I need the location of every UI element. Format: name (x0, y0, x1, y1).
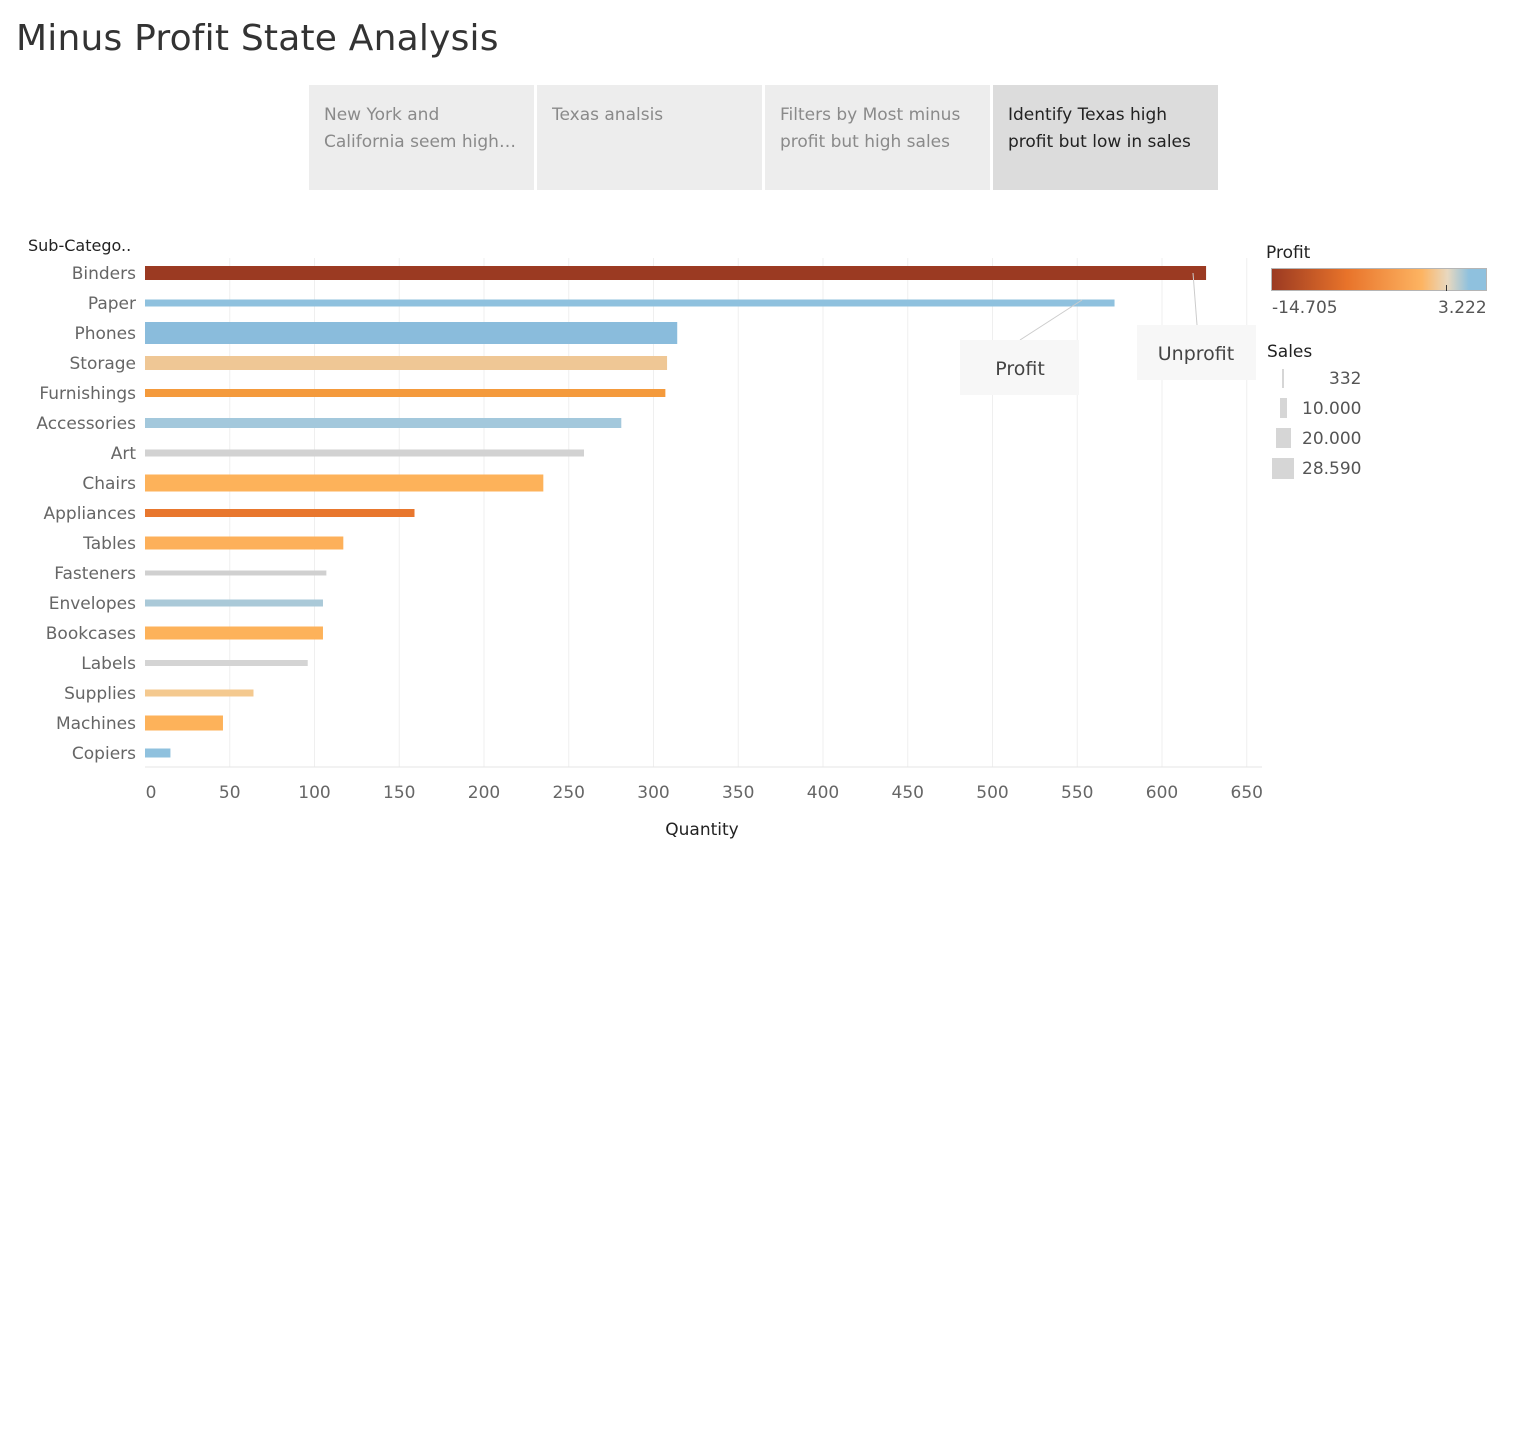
bar-machines[interactable] (145, 715, 223, 731)
sales-size-swatch (1276, 428, 1291, 448)
sales-legend-item: 20.000 (1302, 429, 1362, 449)
x-tick-label: 450 (892, 783, 924, 803)
bar-tables[interactable] (145, 536, 344, 550)
bar-accessories[interactable] (145, 418, 622, 428)
bar-phones[interactable] (145, 322, 678, 344)
category-labels: Binders Paper Phones Storage Furnishings Acce… (36, 264, 136, 764)
bar-copiers[interactable] (145, 748, 171, 758)
bar-appliances[interactable] (145, 509, 415, 517)
category-label: Chairs (82, 474, 136, 494)
annotation-unprofit-text: Unprofit (1158, 343, 1234, 365)
bar-bookcases[interactable] (145, 626, 323, 640)
annotation-connector-unprofit (1192, 272, 1198, 326)
row-header: Sub-Catego.. (28, 236, 131, 255)
x-tick-label: 400 (807, 783, 839, 803)
category-label: Envelopes (49, 594, 136, 614)
bar-storage[interactable] (145, 356, 668, 370)
bars (145, 266, 1207, 758)
x-tick-label: 500 (976, 783, 1008, 803)
category-label: Copiers (72, 744, 136, 764)
annotation-profit-text: Profit (995, 358, 1045, 380)
bar-chairs[interactable] (145, 474, 544, 492)
category-label: Machines (56, 714, 136, 734)
category-label: Phones (74, 324, 136, 344)
category-label: Tables (82, 534, 136, 554)
category-label: Labels (81, 654, 136, 674)
annotation-unprofit[interactable]: Unprofit (1137, 325, 1256, 380)
category-label: Supplies (64, 684, 136, 704)
sales-legend-item: 10.000 (1302, 399, 1362, 419)
bar-paper[interactable] (145, 299, 1115, 307)
category-label: Furnishings (39, 384, 136, 404)
profit-legend-title: Profit (1266, 243, 1311, 263)
x-axis-title: Quantity (665, 820, 738, 840)
category-label: Fasteners (54, 564, 136, 584)
profit-zero-tick (1446, 285, 1447, 291)
profit-legend-min: -14.705 (1272, 298, 1338, 318)
x-tick-label: 600 (1146, 783, 1178, 803)
profit-legend-max: 3.222 (1438, 298, 1487, 318)
x-tick-label: 650 (1231, 783, 1263, 803)
sales-legend-item: 28.590 (1302, 459, 1362, 479)
bar-labels[interactable] (145, 660, 308, 666)
sales-legend-item: 332 (1329, 369, 1362, 389)
category-label: Art (111, 444, 137, 464)
sales-size-swatch (1272, 458, 1294, 479)
x-tick-label: 250 (553, 783, 585, 803)
category-label: Bookcases (46, 624, 136, 644)
x-tick-label: 350 (722, 783, 754, 803)
sales-size-swatch (1282, 369, 1284, 388)
bar-furnishings[interactable] (145, 389, 666, 397)
bar-envelopes[interactable] (145, 599, 323, 607)
x-tick-label: 150 (383, 783, 415, 803)
x-tick-label: 0 (146, 783, 157, 803)
x-tick-label: 550 (1061, 783, 1093, 803)
bar-chart: Sub-Catego.. Binders Paper Phones Storage Fu… (28, 236, 1263, 840)
x-tick-label: 200 (468, 783, 500, 803)
category-label: Binders (72, 264, 136, 284)
annotation-profit[interactable]: Profit (960, 340, 1079, 395)
bar-fasteners[interactable] (145, 570, 327, 576)
x-tick-label: 300 (637, 783, 669, 803)
sales-legend-title: Sales (1267, 342, 1313, 362)
category-label: Storage (69, 354, 136, 374)
category-label: Paper (88, 294, 136, 314)
category-label: Accessories (36, 414, 136, 434)
x-tick-label: 50 (219, 783, 241, 803)
profit-color-ramp[interactable] (1271, 268, 1487, 291)
x-tick-label: 100 (298, 783, 330, 803)
bar-supplies[interactable] (145, 689, 254, 697)
category-label: Appliances (43, 504, 136, 524)
x-axis-ticks: 0 50 100 150 200 250 300 350 400 450 500 550 600 650 (146, 783, 1263, 803)
bar-binders[interactable] (145, 266, 1207, 280)
sales-size-swatch (1280, 398, 1287, 418)
bar-art[interactable] (145, 449, 585, 457)
